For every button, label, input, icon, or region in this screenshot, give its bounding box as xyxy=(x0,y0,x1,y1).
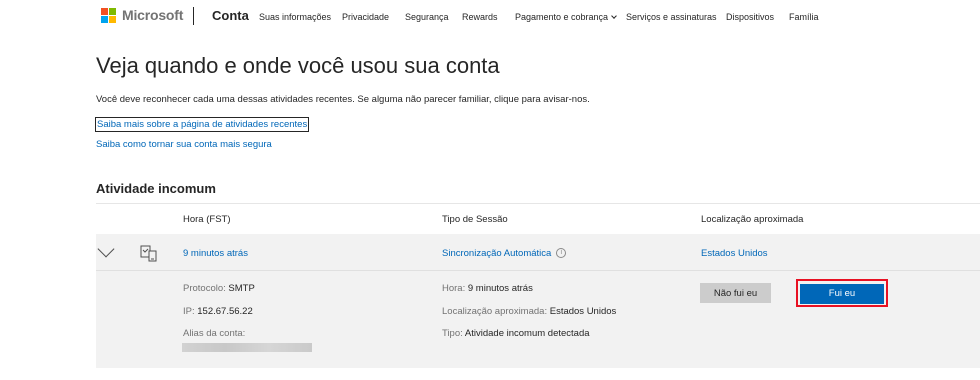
nav-servicos[interactable]: Serviços e assinaturas xyxy=(626,12,717,22)
section-title-conta[interactable]: Conta xyxy=(212,8,249,23)
expand-chevron-icon[interactable] xyxy=(97,240,115,258)
its-me-button[interactable]: Fui eu xyxy=(800,283,884,304)
intro-text: Você deve reconhecer cada uma dessas ati… xyxy=(96,94,590,105)
column-header-session-type: Tipo de Sessão xyxy=(442,214,508,225)
activity-details: Protocolo: SMTP IP: 152.67.56.22 Alias d… xyxy=(96,270,980,368)
recent-activity-link[interactable]: Saiba mais sobre a página de atividades … xyxy=(95,117,310,132)
microsoft-logo-icon[interactable] xyxy=(101,8,117,24)
time-detail: Hora: 9 minutos atrás xyxy=(442,283,533,294)
sync-device-icon xyxy=(140,245,157,262)
unusual-activity-heading: Atividade incomum xyxy=(96,181,216,196)
table-header-row: Hora (FST) Tipo de Sessão Localização ap… xyxy=(96,203,980,234)
page-title: Veja quando e onde você usou sua conta xyxy=(96,53,500,78)
secure-account-link[interactable]: Saiba como tornar sua conta mais segura xyxy=(96,139,272,150)
info-icon[interactable]: i xyxy=(556,248,567,259)
activity-time-link[interactable]: 9 minutos atrás xyxy=(183,248,248,259)
protocol-detail: Protocolo: SMTP xyxy=(183,283,255,294)
its-me-highlight: Fui eu xyxy=(796,279,888,307)
nav-familia[interactable]: Família xyxy=(789,12,819,22)
nav-rewards[interactable]: Rewards xyxy=(462,12,498,22)
column-header-location: Localização aproximada xyxy=(701,214,804,225)
nav-dispositivos[interactable]: Dispositivos xyxy=(726,12,774,22)
redacted-alias xyxy=(182,343,312,352)
location-link[interactable]: Estados Unidos xyxy=(701,248,768,259)
session-type-label[interactable]: Sincronização Automática xyxy=(442,248,551,259)
nav-privacidade[interactable]: Privacidade xyxy=(342,12,389,22)
nav-pagamento[interactable]: Pagamento e cobrança xyxy=(515,12,617,22)
ip-detail: IP: 152.67.56.22 xyxy=(183,306,253,317)
type-detail: Tipo: Atividade incomum detectada xyxy=(442,328,590,339)
table-row[interactable]: 9 minutos atrás Sincronização Automática… xyxy=(96,234,980,270)
column-header-time: Hora (FST) xyxy=(183,214,231,225)
nav-suas-informacoes[interactable]: Suas informações xyxy=(259,12,331,22)
account-alias-label: Alias da conta: xyxy=(183,328,246,339)
nav-seguranca[interactable]: Segurança xyxy=(405,12,449,22)
header-divider xyxy=(193,7,194,25)
brand-name[interactable]: Microsoft xyxy=(122,7,183,23)
not-me-button[interactable]: Não fui eu xyxy=(700,283,771,303)
location-detail: Localização aproximada: Estados Unidos xyxy=(442,306,617,317)
chevron-down-icon xyxy=(611,13,617,19)
top-header: Microsoft Conta Suas informações Privaci… xyxy=(0,0,980,36)
session-type-link[interactable]: Sincronização Automática i xyxy=(442,248,567,259)
